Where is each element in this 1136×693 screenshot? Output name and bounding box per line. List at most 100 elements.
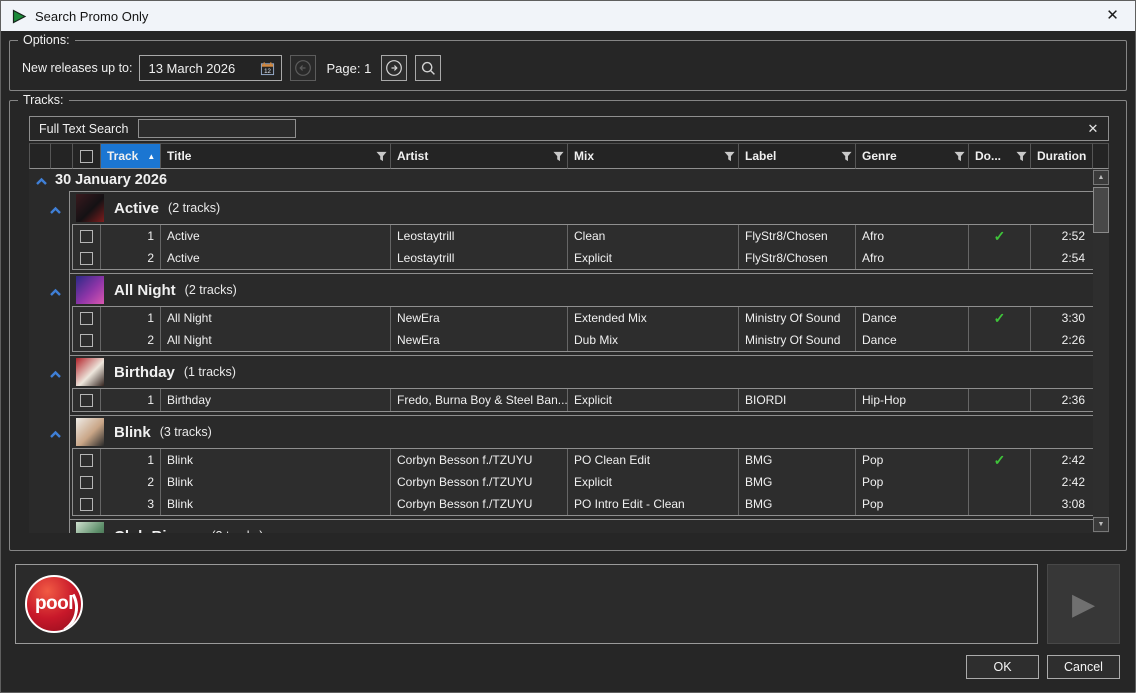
track-row[interactable]: 2ActiveLeostaytrillExplicitFlyStr8/Chose… — [73, 247, 1093, 269]
resize-grip[interactable] — [1130, 687, 1132, 689]
album-header-row[interactable]: Blink(3 tracks) — [72, 416, 1093, 448]
calendar-icon[interactable]: 12 — [260, 61, 275, 76]
mix-cell: Explicit — [568, 389, 739, 411]
mix-cell: Explicit — [568, 471, 739, 493]
duration-cell: 2:42 — [1031, 449, 1093, 471]
album-header-row[interactable]: Club Bizarre(2 tracks) — [72, 520, 1093, 533]
options-row: New releases up to: 13 March 2026 12 Pag… — [10, 47, 1126, 81]
duration-cell: 2:52 — [1031, 225, 1093, 247]
collapse-chevron-icon[interactable] — [49, 530, 62, 533]
select-all-checkbox[interactable] — [80, 150, 93, 163]
filter-funnel-icon[interactable] — [553, 151, 564, 162]
window-close-button[interactable]: ✕ — [1090, 1, 1135, 31]
genre-cell: Afro — [856, 225, 969, 247]
filter-funnel-icon[interactable] — [724, 151, 735, 162]
collapse-chevron-icon[interactable] — [49, 202, 62, 273]
mix-cell: PO Clean Edit — [568, 449, 739, 471]
track-row[interactable]: 2BlinkCorbyn Besson f./TZUYUExplicitBMGP… — [73, 471, 1093, 493]
column-header-label[interactable]: Label — [739, 143, 856, 169]
duration-cell: 3:30 — [1031, 307, 1093, 329]
scroll-up-button[interactable]: ▲ — [1093, 170, 1109, 185]
collapse-chevron-icon[interactable] — [49, 366, 62, 415]
app-play-icon — [11, 9, 27, 24]
scroll-down-button[interactable]: ▼ — [1093, 517, 1109, 532]
filter-funnel-icon[interactable] — [954, 151, 965, 162]
collapse-chevron-icon[interactable] — [49, 426, 62, 519]
album-header-row[interactable]: All Night (2 tracks) — [72, 274, 1093, 306]
filter-funnel-icon[interactable] — [1016, 151, 1027, 162]
track-number-cell: 1 — [101, 449, 161, 471]
track-checkbox[interactable] — [80, 454, 93, 467]
search-bar-close-button[interactable]: ✕ — [1078, 117, 1108, 140]
tracks-groupbox: Tracks: Full Text Search ✕ Track▲TitleAr… — [9, 93, 1127, 551]
album-header-row[interactable]: Birthday(1 tracks) — [72, 356, 1093, 388]
cancel-button[interactable]: Cancel — [1047, 655, 1120, 679]
vertical-scrollbar[interactable]: ▲ ▼ — [1093, 169, 1109, 533]
next-page-button[interactable] — [381, 55, 407, 81]
downloaded-check-icon: ✓ — [994, 310, 1006, 327]
track-row[interactable]: 1ActiveLeostaytrillCleanFlyStr8/ChosenAf… — [73, 225, 1093, 247]
column-header-label: Do... — [975, 149, 1001, 163]
column-header-do[interactable]: Do... — [969, 143, 1031, 169]
album-group: Blink(3 tracks)1BlinkCorbyn Besson f./TZ… — [29, 415, 1093, 519]
label-cell: BMG — [739, 471, 856, 493]
column-header-title[interactable]: Title — [161, 143, 391, 169]
scrollbar-thumb[interactable] — [1093, 187, 1109, 233]
svg-text:12: 12 — [265, 67, 272, 74]
table-body: 30 January 2026Active(2 tracks)1ActiveLe… — [29, 169, 1109, 533]
album-group-box: Birthday(1 tracks)1BirthdayFredo, Burna … — [69, 355, 1093, 415]
album-group-box: All Night (2 tracks) 1All NightNewEraExten… — [69, 273, 1093, 355]
track-row[interactable]: 2All NightNewEraDub MixMinistry Of Sound… — [73, 329, 1093, 351]
album-art-thumbnail — [76, 418, 104, 446]
track-number-cell: 1 — [101, 307, 161, 329]
column-header-artist[interactable]: Artist — [391, 143, 568, 169]
ok-button[interactable]: OK — [966, 655, 1039, 679]
track-row[interactable]: 1BlinkCorbyn Besson f./TZUYUPO Clean Edi… — [73, 449, 1093, 471]
genre-cell: Dance — [856, 307, 969, 329]
track-checkbox[interactable] — [80, 252, 93, 265]
label-cell: FlyStr8/Chosen — [739, 225, 856, 247]
album-name: Club Bizarre — [114, 528, 202, 534]
preview-play-button[interactable]: ▶ — [1047, 564, 1120, 644]
dialog-footer: OK Cancel — [16, 655, 1120, 679]
search-button[interactable] — [415, 55, 441, 81]
artist-cell: Corbyn Besson f./TZUYU — [391, 449, 568, 471]
collapse-chevron-icon[interactable] — [29, 175, 53, 186]
filter-funnel-icon[interactable] — [841, 151, 852, 162]
track-checkbox[interactable] — [80, 498, 93, 511]
album-name: Blink — [114, 424, 151, 441]
label-cell: BIORDI — [739, 389, 856, 411]
track-checkbox[interactable] — [80, 312, 93, 325]
column-header-label: Genre — [862, 149, 897, 163]
album-name: All Night — [114, 282, 176, 299]
album-name: Birthday — [114, 364, 175, 381]
full-text-search-input[interactable] — [138, 119, 296, 138]
date-picker-field[interactable]: 13 March 2026 12 — [139, 55, 282, 81]
collapse-chevron-icon[interactable] — [49, 284, 62, 355]
track-checkbox[interactable] — [80, 476, 93, 489]
header-indent-spacer — [51, 143, 73, 169]
track-row[interactable]: 3BlinkCorbyn Besson f./TZUYUPO Intro Edi… — [73, 493, 1093, 515]
label-cell: BMG — [739, 449, 856, 471]
album-header-row[interactable]: Active(2 tracks) — [72, 192, 1093, 224]
date-group-row[interactable]: 30 January 2026 — [29, 169, 1093, 191]
track-checkbox[interactable] — [80, 394, 93, 407]
filter-funnel-icon[interactable] — [376, 151, 387, 162]
album-group: Birthday(1 tracks)1BirthdayFredo, Burna … — [29, 355, 1093, 415]
track-row[interactable]: 1BirthdayFredo, Burna Boy & Steel Ban...… — [73, 389, 1093, 411]
column-header-mix[interactable]: Mix — [568, 143, 739, 169]
column-header-duration[interactable]: Duration — [1031, 143, 1093, 169]
column-header-track[interactable]: Track▲ — [101, 143, 161, 169]
tracks-table: Full Text Search ✕ Track▲TitleArtistMixL… — [29, 116, 1109, 533]
date-value: 13 March 2026 — [148, 61, 260, 76]
artist-cell: Leostaytrill — [391, 247, 568, 269]
album-art-thumbnail — [76, 194, 104, 222]
album-track-count: (2 tracks) — [185, 283, 237, 297]
track-number-cell: 2 — [101, 329, 161, 351]
column-header-genre[interactable]: Genre — [856, 143, 969, 169]
track-checkbox[interactable] — [80, 334, 93, 347]
track-checkbox-cell — [73, 307, 101, 329]
track-checkbox[interactable] — [80, 230, 93, 243]
track-row[interactable]: 1All NightNewEraExtended MixMinistry Of … — [73, 307, 1093, 329]
previous-page-button[interactable] — [290, 55, 316, 81]
